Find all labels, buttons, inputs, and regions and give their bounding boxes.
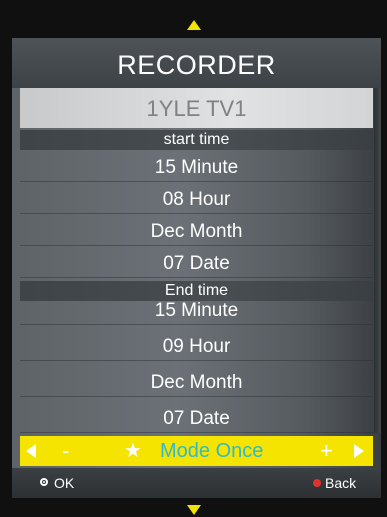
minus-icon[interactable]: -	[62, 437, 69, 465]
end-month-field[interactable]: Dec Month	[20, 365, 373, 397]
page-title: RECORDER	[12, 38, 381, 88]
star-icon: ★	[124, 440, 142, 462]
scrollbar[interactable]	[374, 88, 381, 433]
plus-icon[interactable]: +	[320, 436, 333, 465]
start-minute-field[interactable]: 15 Minute	[20, 150, 373, 182]
start-date-field[interactable]: 07 Date	[20, 246, 373, 278]
recorder-panel: RECORDER 1YLE TV1 start time 15 Minute 0…	[12, 38, 381, 498]
tv-screen: RECORDER 1YLE TV1 start time 15 Minute 0…	[0, 0, 387, 517]
ok-button-icon	[40, 478, 48, 486]
start-month-field[interactable]: Dec Month	[20, 214, 373, 246]
back-button-icon	[313, 479, 321, 487]
start-time-header: start time	[20, 130, 373, 150]
channel-selector[interactable]: 1YLE TV1	[20, 88, 373, 128]
mode-label: Mode Once	[160, 440, 264, 462]
scroll-down-arrow-icon[interactable]	[187, 505, 201, 515]
end-date-field[interactable]: 07 Date	[20, 401, 373, 433]
left-arrow-icon[interactable]	[26, 444, 36, 458]
start-hour-field[interactable]: 08 Hour	[20, 182, 373, 214]
footer-bar: OK Back	[12, 468, 381, 498]
right-arrow-icon[interactable]	[354, 444, 364, 458]
ok-label[interactable]: OK	[54, 468, 74, 498]
end-hour-field[interactable]: 09 Hour	[20, 329, 373, 361]
mode-selector[interactable]: - ★ Mode Once +	[20, 436, 373, 466]
back-label[interactable]: Back	[325, 468, 356, 498]
end-minute-field[interactable]: 15 Minute	[20, 293, 373, 325]
scroll-up-arrow-icon[interactable]	[187, 20, 201, 30]
